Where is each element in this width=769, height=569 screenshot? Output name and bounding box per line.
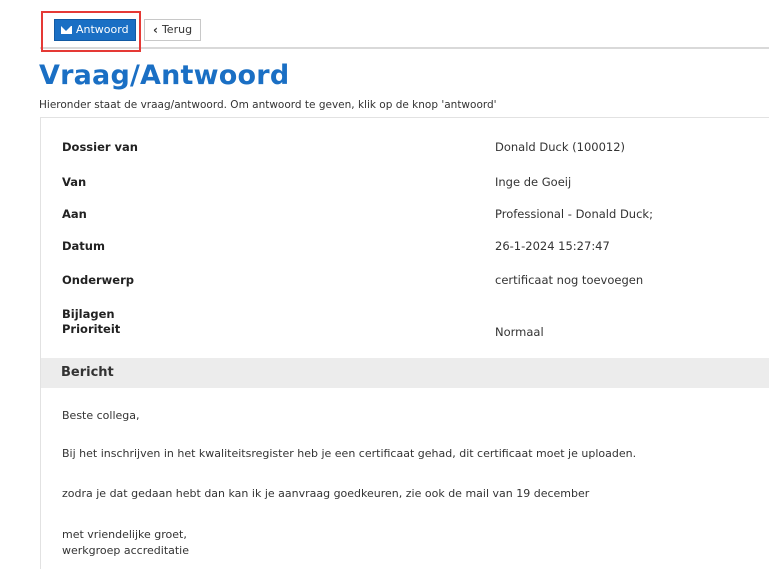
envelope-icon <box>61 26 72 34</box>
toolbar: Antwoord ‹ Terug <box>40 11 769 52</box>
message-section-header: Bericht <box>41 358 769 388</box>
from-value: Inge de Goeij <box>495 175 572 189</box>
to-value: Professional - Donald Duck; <box>495 207 653 221</box>
reply-button[interactable]: Antwoord <box>54 19 136 41</box>
attachments-label: Bijlagen <box>62 307 115 321</box>
chevron-left-icon: ‹ <box>153 23 158 37</box>
dossier-value: Donald Duck (100012) <box>495 140 626 154</box>
message-line: Bij het inschrijven in het kwaliteitsreg… <box>62 447 637 460</box>
date-label: Datum <box>62 239 105 253</box>
message-details-panel: Dossier van Donald Duck (100012) Van Ing… <box>40 117 769 569</box>
message-line: Beste collega, <box>62 409 140 422</box>
message-section-label: Bericht <box>61 365 114 380</box>
from-label: Van <box>62 175 87 189</box>
back-button[interactable]: ‹ Terug <box>144 19 202 41</box>
priority-label: Prioriteit <box>62 322 121 336</box>
priority-value: Normaal <box>495 325 544 339</box>
back-button-label: Terug <box>161 23 193 36</box>
page-title: Vraag/Antwoord <box>39 60 290 91</box>
subject-value: certificaat nog toevoegen <box>495 273 644 287</box>
to-label: Aan <box>62 207 87 221</box>
page-subtitle: Hieronder staat de vraag/antwoord. Om an… <box>39 99 497 111</box>
page: Antwoord ‹ Terug Vraag/Antwoord Hieronde… <box>0 0 769 569</box>
message-line: werkgroep accreditatie <box>62 544 190 557</box>
subject-label: Onderwerp <box>62 273 134 287</box>
message-line: met vriendelijke groet, <box>62 528 187 541</box>
dossier-label: Dossier van <box>62 140 138 154</box>
message-line: zodra je dat gedaan hebt dan kan ik je a… <box>62 487 590 500</box>
reply-button-label: Antwoord <box>76 23 129 36</box>
date-value: 26-1-2024 15:27:47 <box>495 239 610 253</box>
